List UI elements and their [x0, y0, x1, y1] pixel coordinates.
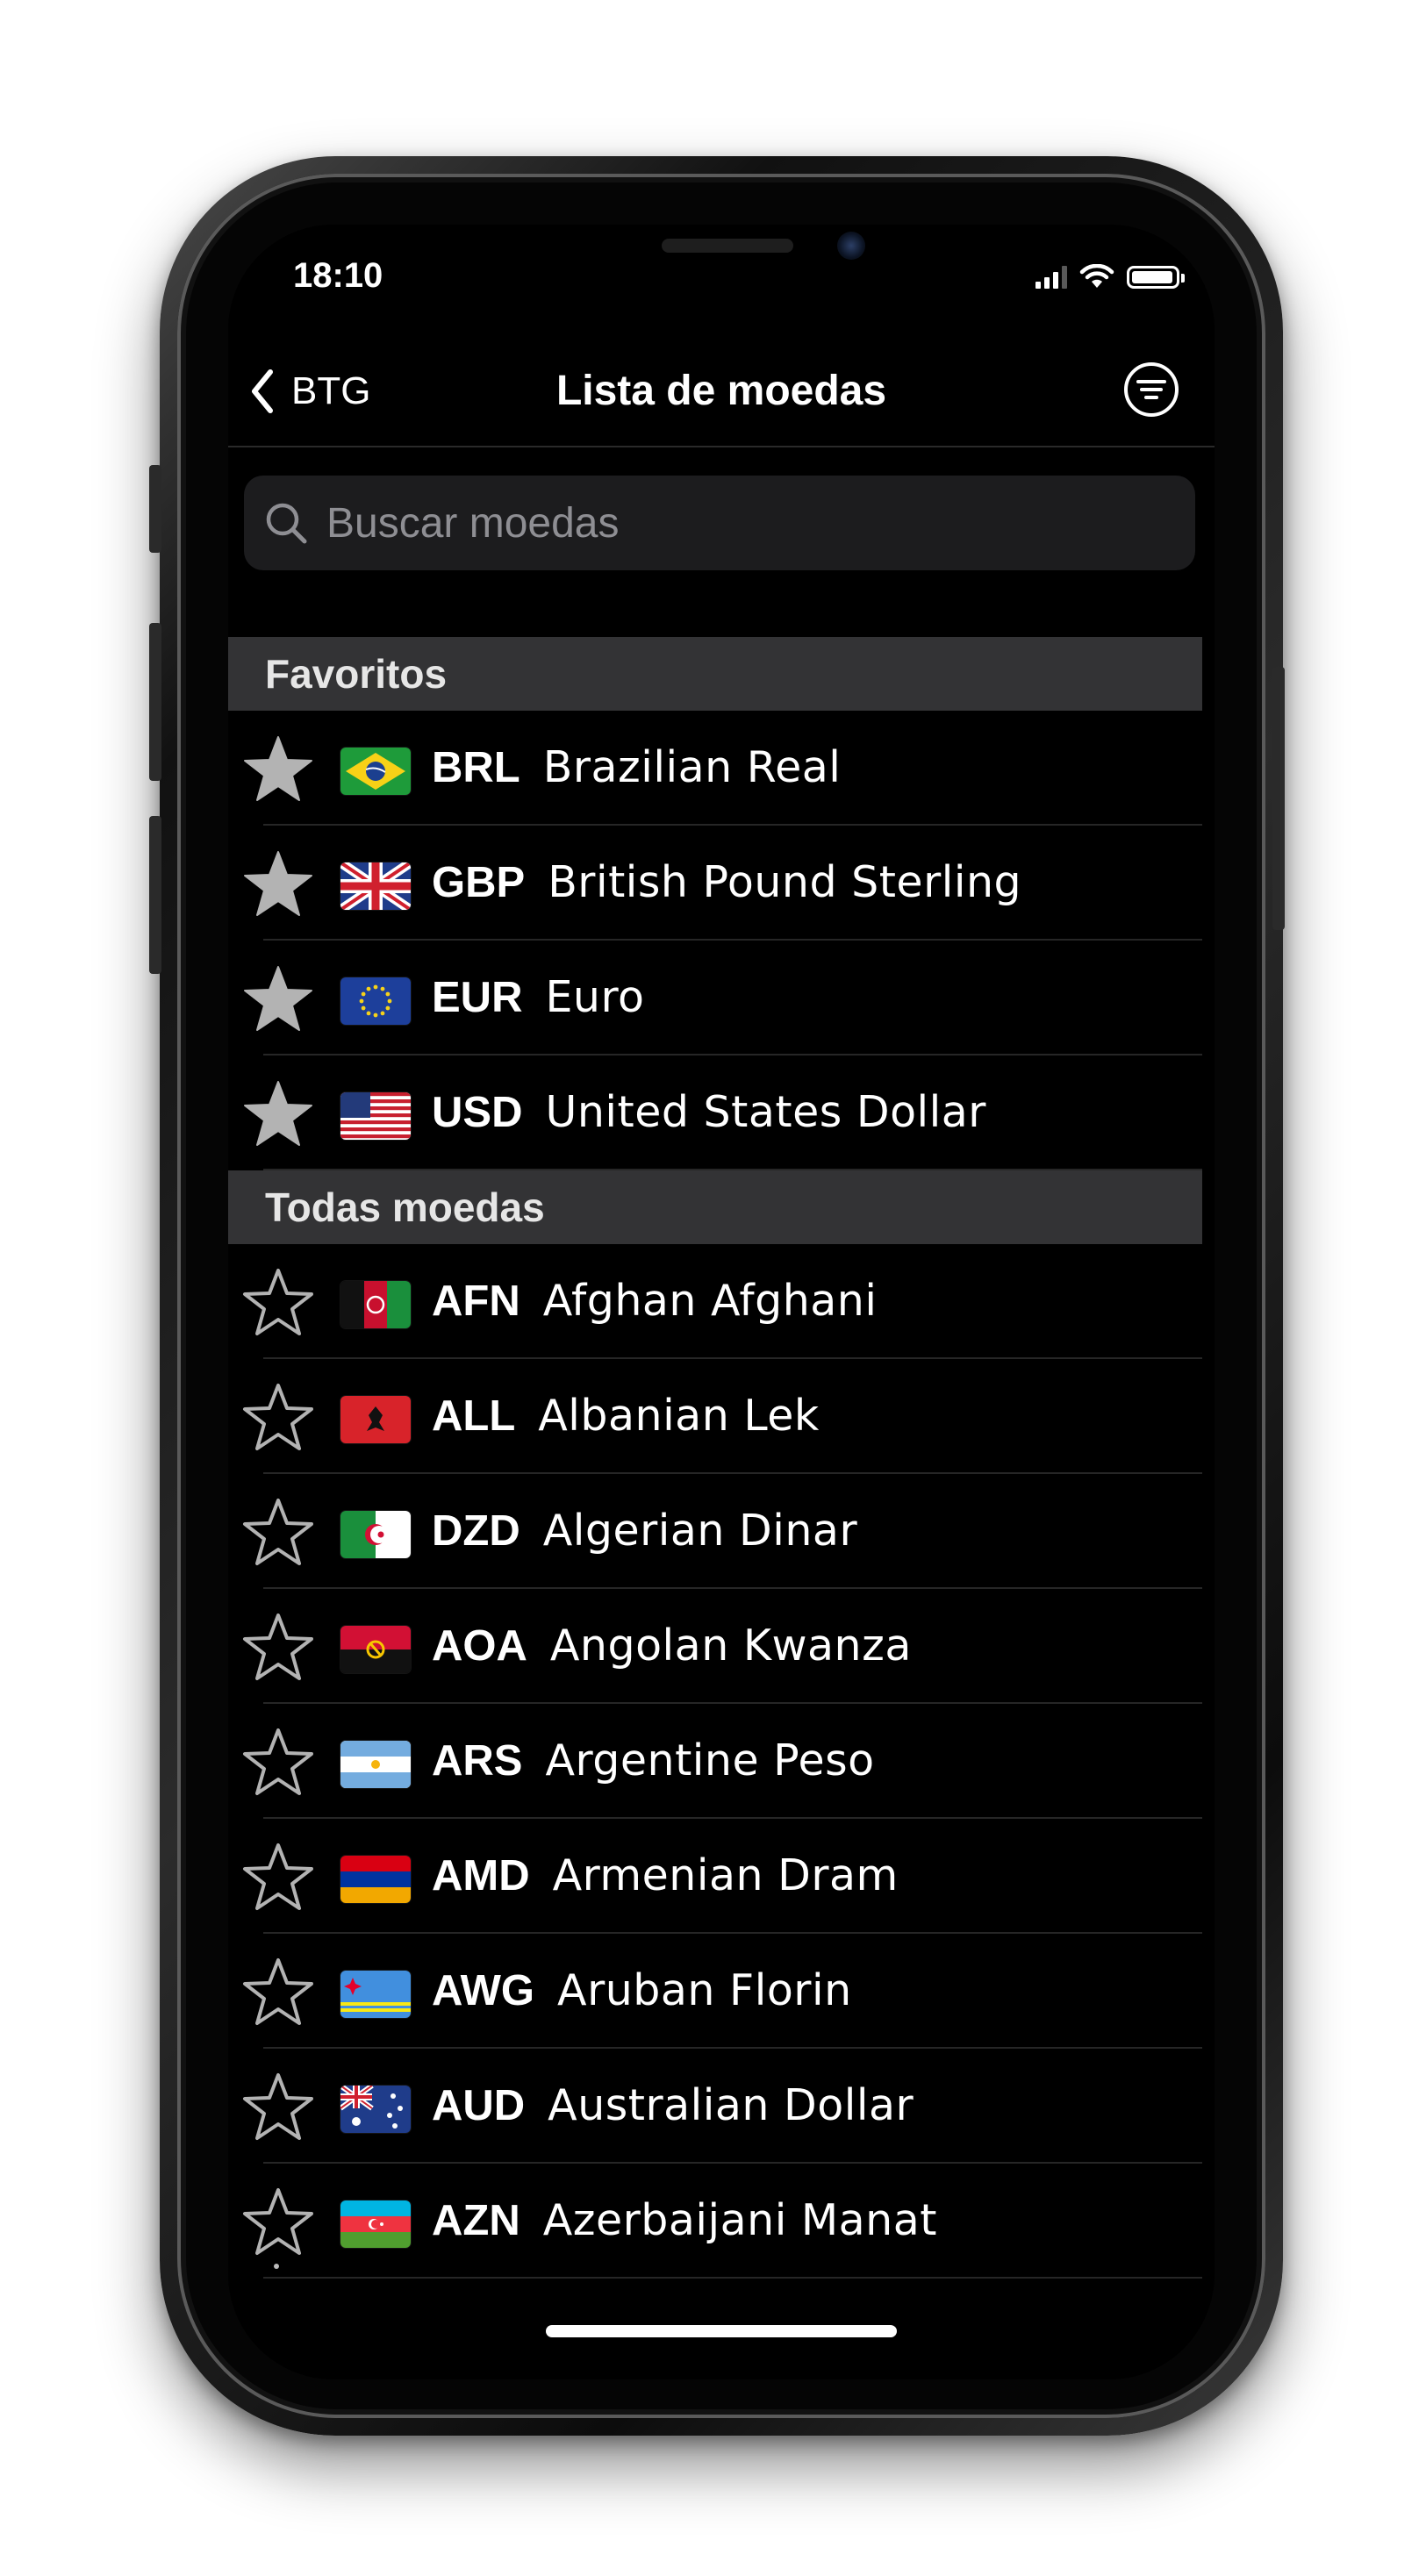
currency-row-dzd[interactable]: DZD Algerian Dinar — [228, 1474, 1202, 1589]
currency-code: AFN — [432, 1277, 520, 1325]
azerbaijan-flag-icon — [340, 2200, 411, 2248]
currency-row-brl[interactable]: BRL Brazilian Real — [228, 711, 1202, 826]
section-header-favorites: Favoritos — [228, 637, 1202, 711]
wifi-icon — [1079, 264, 1114, 288]
algeria-flag-icon — [340, 1511, 411, 1558]
page-title: Lista de moedas — [555, 368, 887, 414]
mute-switch — [149, 465, 161, 553]
currency-name: United States Dollar — [545, 1087, 986, 1137]
search-icon — [266, 503, 307, 544]
albania-flag-icon — [340, 1396, 411, 1443]
star-filled-icon[interactable] — [242, 733, 314, 805]
power-button — [1272, 667, 1285, 930]
search-placeholder: Buscar moedas — [326, 499, 620, 547]
speaker-grille — [662, 239, 793, 253]
currency-code: BRL — [432, 744, 520, 791]
australia-flag-icon — [340, 2086, 411, 2133]
uk-flag-icon — [340, 862, 411, 910]
currency-name: Argentine Peso — [545, 1735, 875, 1785]
currency-code: GBP — [432, 859, 526, 906]
currency-name: British Pound Sterling — [548, 857, 1022, 907]
eu-flag-icon — [340, 977, 411, 1025]
currency-code: USD — [432, 1089, 523, 1136]
front-camera — [837, 232, 865, 260]
star-outline-icon[interactable] — [242, 1842, 314, 1914]
currency-row-gbp[interactable]: GBP British Pound Sterling — [228, 826, 1202, 941]
navigation-bar: BTG Lista de moedas — [228, 304, 1215, 447]
currency-name: Aruban Florin — [557, 1965, 852, 2015]
currency-row-amd[interactable]: AMD Armenian Dram — [228, 1819, 1202, 1934]
currency-name: Angolan Kwanza — [549, 1621, 912, 1671]
brazil-flag-icon — [340, 748, 411, 795]
currency-code: AUD — [432, 2082, 526, 2129]
currency-row-azn[interactable]: AZN Azerbaijani Manat — [228, 2164, 1202, 2279]
currency-name: Azerbaijani Manat — [542, 2195, 937, 2245]
currency-name: Australian Dollar — [548, 2080, 914, 2130]
argentina-flag-icon — [340, 1741, 411, 1788]
currency-name: Euro — [545, 972, 645, 1022]
star-outline-icon[interactable] — [242, 2072, 314, 2143]
star-outline-icon[interactable] — [242, 1727, 314, 1799]
battery-icon — [1127, 266, 1185, 289]
currency-code: ARS — [432, 1737, 523, 1785]
currency-row-aoa[interactable]: AOA Angolan Kwanza — [228, 1589, 1202, 1704]
star-outline-icon[interactable] — [242, 1957, 314, 2029]
star-outline-icon[interactable] — [242, 1497, 314, 1569]
currency-name: Armenian Dram — [552, 1850, 899, 1900]
armenia-flag-icon — [340, 1856, 411, 1903]
currency-name: Algerian Dinar — [542, 1506, 858, 1556]
star-outline-icon[interactable] — [242, 1382, 314, 1454]
currency-row-awg[interactable]: AWG Aruban Florin — [228, 1934, 1202, 2049]
volume-up-button — [149, 623, 161, 781]
currency-code: ALL — [432, 1392, 516, 1440]
currency-code: DZD — [432, 1507, 520, 1555]
currency-code: EUR — [432, 974, 523, 1021]
currency-code: AMD — [432, 1852, 530, 1900]
star-outline-icon[interactable] — [242, 2186, 314, 2258]
aruba-flag-icon — [340, 1971, 411, 2018]
currency-name: Brazilian Real — [542, 742, 842, 792]
star-filled-icon[interactable] — [242, 848, 314, 920]
afghanistan-flag-icon — [340, 1281, 411, 1328]
currency-row-all[interactable]: ALL Albanian Lek — [228, 1359, 1202, 1474]
angola-flag-icon — [340, 1626, 411, 1673]
currency-row-ars[interactable]: ARS Argentine Peso — [228, 1704, 1202, 1819]
currency-row-eur[interactable]: EUR Euro — [228, 941, 1202, 1055]
status-icons — [1035, 260, 1185, 295]
us-flag-icon — [340, 1092, 411, 1140]
notch — [446, 225, 997, 304]
favorites-list: BRL Brazilian Real GBP British Pound Sterli… — [228, 711, 1202, 1170]
currency-code: AWG — [432, 1967, 535, 2014]
currency-code: AZN — [432, 2197, 520, 2244]
star-filled-icon[interactable] — [242, 963, 314, 1035]
search-input[interactable]: Buscar moedas — [244, 476, 1195, 570]
volume-down-button — [149, 816, 161, 974]
row-divider — [263, 2277, 1202, 2279]
star-outline-icon[interactable] — [242, 1267, 314, 1339]
section-header-all: Todas moedas — [228, 1170, 1202, 1244]
filter-icon[interactable] — [1123, 361, 1179, 418]
currency-name: Albanian Lek — [538, 1391, 820, 1441]
currency-code: AOA — [432, 1622, 527, 1670]
star-filled-icon[interactable] — [242, 1078, 314, 1150]
home-indicator[interactable] — [546, 2325, 897, 2337]
currency-name: Afghan Afghani — [542, 1276, 878, 1326]
app-screen: 18:10 BTG Lista de moedas Buscar moedas … — [228, 225, 1215, 2379]
star-outline-icon[interactable] — [242, 1612, 314, 1684]
currency-row-aud[interactable]: AUD Australian Dollar — [228, 2049, 1202, 2164]
cellular-signal-icon — [1035, 266, 1067, 289]
next-row-peek — [274, 2264, 279, 2269]
all-currencies-list: AFN Afghan Afghani ALL Albanian Lek DZD Alger… — [228, 1244, 1202, 2279]
currency-row-afn[interactable]: AFN Afghan Afghani — [228, 1244, 1202, 1359]
currency-row-usd[interactable]: USD United States Dollar — [228, 1055, 1202, 1170]
status-time: 18:10 — [293, 256, 383, 295]
